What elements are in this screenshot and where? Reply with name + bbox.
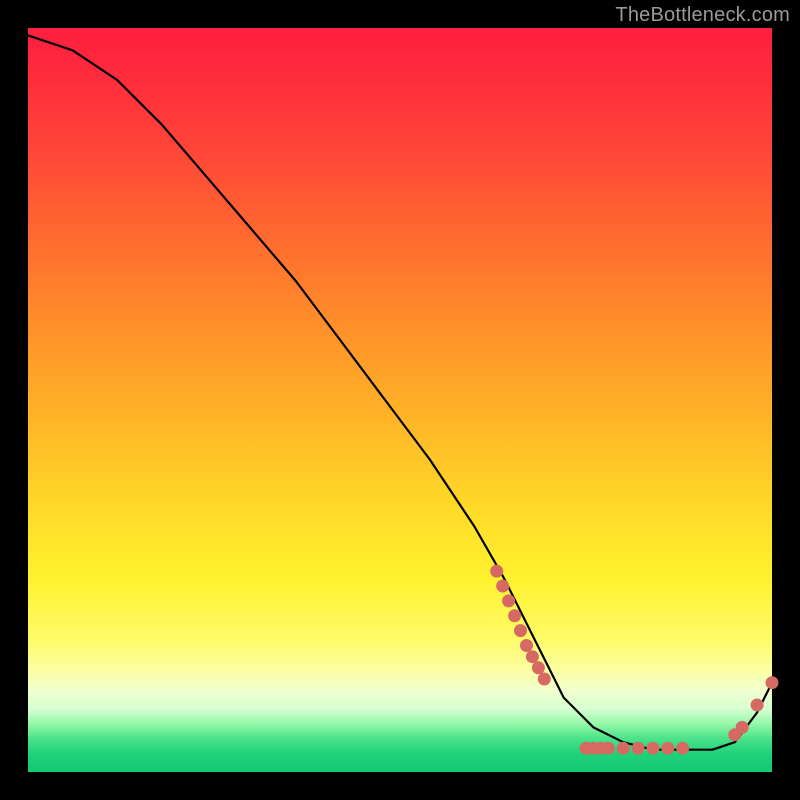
- bottleneck-curve: [28, 35, 772, 749]
- marker-point: [490, 565, 503, 578]
- chart-svg: [28, 28, 772, 772]
- marker-point: [647, 742, 660, 755]
- marker-point: [520, 639, 533, 652]
- plot-area: [28, 28, 772, 772]
- marker-point: [502, 594, 515, 607]
- marker-point: [526, 650, 539, 663]
- marker-point: [676, 742, 689, 755]
- marker-point: [508, 609, 521, 622]
- marker-point: [736, 721, 749, 734]
- marker-point: [496, 580, 509, 593]
- marker-point: [766, 676, 779, 689]
- marker-point: [532, 661, 545, 674]
- marker-group: [490, 565, 778, 755]
- marker-point: [538, 673, 551, 686]
- marker-point: [632, 742, 645, 755]
- watermark-text: TheBottleneck.com: [615, 4, 790, 27]
- marker-point: [514, 624, 527, 637]
- marker-point: [617, 742, 630, 755]
- marker-point: [602, 742, 615, 755]
- marker-point: [661, 742, 674, 755]
- marker-point: [751, 699, 764, 712]
- chart-stage: TheBottleneck.com: [0, 0, 800, 800]
